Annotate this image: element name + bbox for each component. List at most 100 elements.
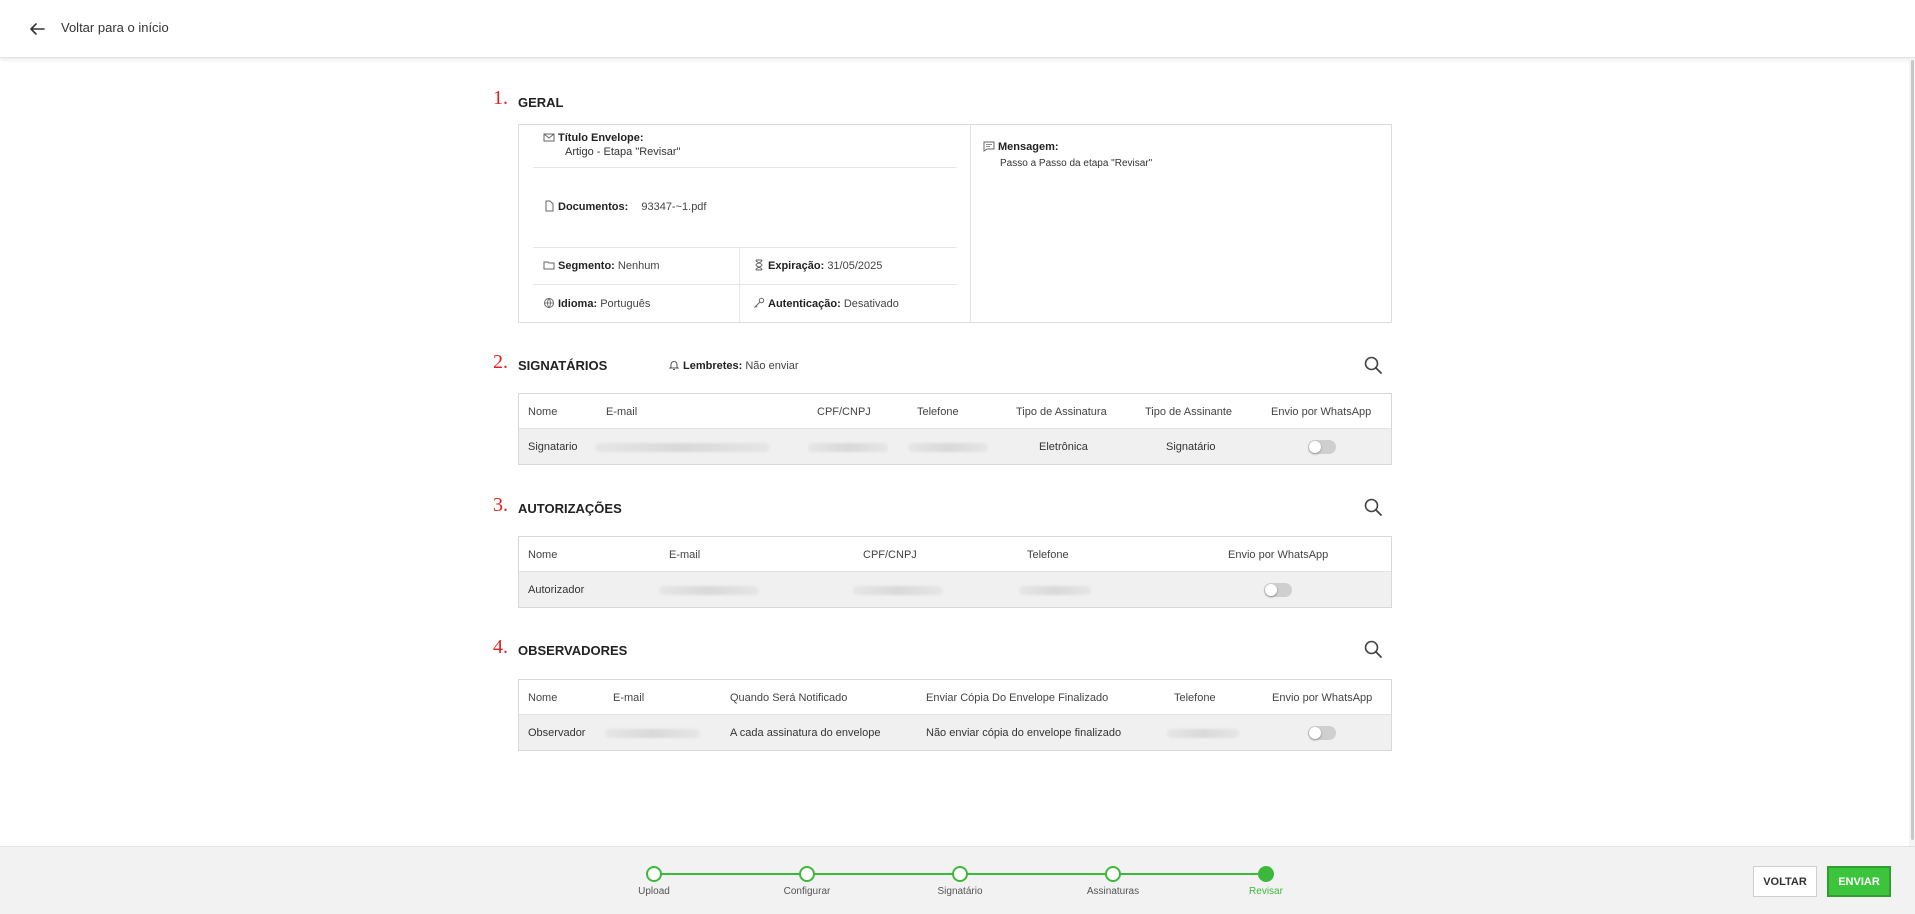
cell-send-copy: Não enviar cópia do envelope finalizado xyxy=(926,727,1122,739)
column-header: E-mail xyxy=(669,549,701,561)
cell-phone-redacted xyxy=(1019,586,1091,595)
column-header: Enviar Cópia Do Envelope Finalizado xyxy=(926,692,1109,704)
hourglass-icon xyxy=(753,259,765,271)
bell-icon xyxy=(668,359,680,371)
message-field: Mensagem: xyxy=(983,140,1059,153)
column-header: Envio por WhatsApp xyxy=(1228,549,1329,561)
envelope-title-label: Título Envelope: xyxy=(558,132,644,144)
cell-notify-when: A cada assinatura do envelope xyxy=(730,727,881,739)
documents-value[interactable]: 93347-~1.pdf xyxy=(641,201,706,213)
back-arrow-icon[interactable] xyxy=(26,18,48,40)
message-icon xyxy=(983,140,995,152)
segment-value: Nenhum xyxy=(617,260,660,272)
send-button[interactable]: ENVIAR xyxy=(1827,866,1891,897)
reminders-label: Lembretes: xyxy=(683,360,743,372)
step-upload-label[interactable]: Upload xyxy=(638,886,670,897)
column-header: Tipo de Assinante xyxy=(1145,406,1233,418)
authentication-value: Desativado xyxy=(843,298,899,310)
step-configurar-label[interactable]: Configurar xyxy=(784,886,831,897)
cell-phone-redacted xyxy=(1167,729,1239,738)
column-header: Envio por WhatsApp xyxy=(1271,406,1372,418)
cell-cpf-redacted xyxy=(808,443,888,452)
search-icon[interactable] xyxy=(1363,639,1383,659)
expiration-value: 31/05/2025 xyxy=(827,260,883,272)
column-header: Telefone xyxy=(1027,549,1069,561)
expiration-label: Expiração: xyxy=(768,260,825,272)
cell-name: Observador xyxy=(528,727,586,739)
column-header: Nome xyxy=(528,549,558,561)
general-info-left: Título Envelope: Artigo - Etapa "Revisar… xyxy=(519,125,971,322)
cell-name: Autorizador xyxy=(528,584,585,596)
section-number-geral: 1. xyxy=(493,87,508,109)
envelope-icon xyxy=(543,131,555,143)
column-header: CPF/CNPJ xyxy=(863,549,917,561)
reminders-field: Lembretes: Não enviar xyxy=(668,359,799,372)
table-row: Autorizador xyxy=(519,572,1391,607)
cell-signature-type: Eletrônica xyxy=(1039,441,1088,453)
document-icon xyxy=(543,200,555,212)
back-to-home-link[interactable]: Voltar para o início xyxy=(61,20,169,35)
step-assinaturas-dot[interactable] xyxy=(1105,866,1121,882)
column-header: CPF/CNPJ xyxy=(817,406,871,418)
column-header: Tipo de Assinatura xyxy=(1016,406,1107,418)
folder-icon xyxy=(543,259,555,271)
column-header: E-mail xyxy=(606,406,638,418)
table-header: Nome E-mail CPF/CNPJ Telefone Envio por … xyxy=(519,537,1391,572)
top-bar: Voltar para o início xyxy=(0,0,1915,58)
step-assinaturas-label[interactable]: Assinaturas xyxy=(1087,886,1139,897)
whatsapp-toggle[interactable] xyxy=(1264,583,1292,597)
cell-email-redacted xyxy=(659,586,759,595)
column-header: Quando Será Notificado xyxy=(730,692,848,704)
divider xyxy=(533,167,957,168)
column-header: E-mail xyxy=(613,692,645,704)
divider xyxy=(533,284,957,285)
message-value: Passo a Passo da etapa "Revisar" xyxy=(1000,158,1153,169)
step-upload-dot[interactable] xyxy=(646,866,662,882)
key-icon xyxy=(753,297,765,309)
cell-phone-redacted xyxy=(908,443,988,452)
authentication-field: Autenticação: Desativado xyxy=(753,297,899,310)
language-value: Português xyxy=(600,298,651,310)
scrollbar-thumb[interactable] xyxy=(1911,60,1914,840)
expiration-field: Expiração: 31/05/2025 xyxy=(753,259,882,272)
message-label: Mensagem: xyxy=(998,141,1059,153)
column-header: Telefone xyxy=(917,406,959,418)
globe-icon xyxy=(543,297,555,309)
step-revisar-label[interactable]: Revisar xyxy=(1249,886,1283,897)
whatsapp-toggle[interactable] xyxy=(1308,440,1336,454)
language-field: Idioma: Português xyxy=(543,297,650,310)
footer-bar: Upload Configurar Signatário Assinaturas… xyxy=(0,846,1915,914)
table-header: Nome E-mail Quando Será Notificado Envia… xyxy=(519,680,1391,715)
general-info-card: Título Envelope: Artigo - Etapa "Revisar… xyxy=(518,124,1392,323)
cell-email-redacted xyxy=(595,443,770,452)
search-icon[interactable] xyxy=(1363,497,1383,517)
step-revisar-dot[interactable] xyxy=(1258,866,1274,882)
step-signatario-dot[interactable] xyxy=(952,866,968,882)
section-title-signatarios: SIGNATÁRIOS xyxy=(518,358,608,373)
step-configurar-dot[interactable] xyxy=(799,866,815,882)
table-row: Observador A cada assinatura do envelope… xyxy=(519,715,1391,750)
documents-label: Documentos: xyxy=(558,201,629,213)
cell-cpf-redacted xyxy=(853,586,943,595)
column-header: Telefone xyxy=(1174,692,1216,704)
section-number-observadores: 4. xyxy=(493,636,508,658)
divider xyxy=(533,247,957,248)
segment-label: Segmento: xyxy=(558,260,615,272)
envelope-title-value: Artigo - Etapa "Revisar" xyxy=(565,146,681,158)
column-header: Nome xyxy=(528,406,558,418)
search-icon[interactable] xyxy=(1363,355,1383,375)
signatories-table: Nome E-mail CPF/CNPJ Telefone Tipo de As… xyxy=(518,393,1392,465)
column-header: Nome xyxy=(528,692,558,704)
reminders-value: Não enviar xyxy=(745,360,799,372)
documents-field: Documentos: 93347-~1.pdf xyxy=(543,200,706,213)
back-button[interactable]: VOLTAR xyxy=(1753,866,1817,897)
section-title-autorizacoes: AUTORIZAÇÕES xyxy=(518,501,622,516)
whatsapp-toggle[interactable] xyxy=(1308,726,1336,740)
section-number-signatarios: 2. xyxy=(493,351,508,373)
table-header: Nome E-mail CPF/CNPJ Telefone Tipo de As… xyxy=(519,394,1391,429)
column-header: Envio por WhatsApp xyxy=(1272,692,1373,704)
language-label: Idioma: xyxy=(558,298,598,310)
cell-name: Signatario xyxy=(528,441,578,453)
section-number-autorizacoes: 3. xyxy=(493,494,508,516)
step-signatario-label[interactable]: Signatário xyxy=(937,886,982,897)
